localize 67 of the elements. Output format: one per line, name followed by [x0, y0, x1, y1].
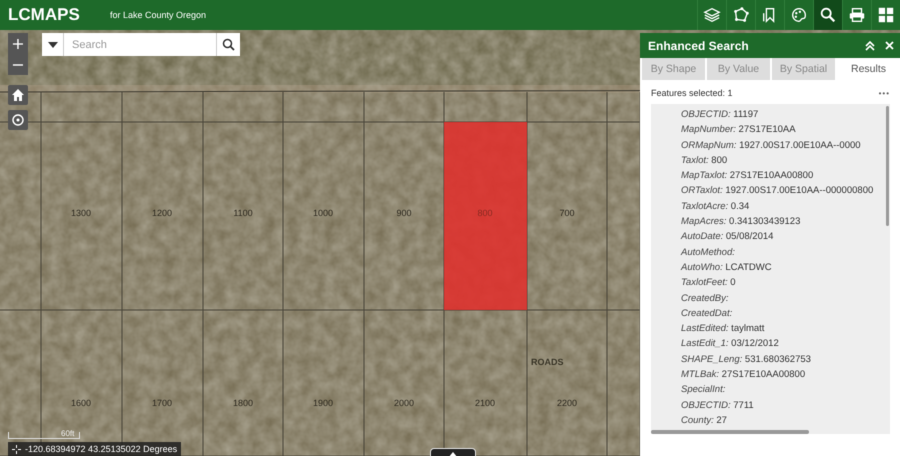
- parcel-label: 1700: [152, 398, 172, 408]
- collapse-button[interactable]: [865, 40, 875, 50]
- app-title: LCMAPS: [8, 5, 81, 25]
- parcel-label: 2000: [394, 398, 414, 408]
- parcel-label: 1600: [70, 398, 92, 408]
- attribute-row-text: Taxlot: 800: [681, 154, 728, 168]
- search-bar[interactable]: Search: [42, 33, 240, 56]
- attribute-row-text: SpecialInt:: [681, 383, 726, 398]
- attribute-row-text: County: 27: [681, 414, 728, 428]
- attribute-row-text: AutoMethod:: [681, 246, 736, 260]
- scale-label: 60ft: [61, 429, 74, 438]
- attribute-row-text: TaxlotAcre: 0.34: [681, 200, 750, 214]
- close-icon: [885, 41, 894, 50]
- search-icon: [819, 6, 837, 24]
- home-icon: [11, 88, 25, 102]
- printer-icon: [848, 6, 866, 24]
- more-button[interactable]: •••: [878, 88, 890, 98]
- attribute-row-text: LastEdited: taylmatt: [681, 322, 766, 336]
- attribute-row-text: MTLBak: 27S17E10AA00800: [681, 368, 806, 382]
- parcel-label: 1900: [312, 398, 334, 408]
- attribute-row-text: TaxlotFeet: 0: [681, 276, 737, 290]
- palette-icon: [790, 6, 808, 24]
- road-label: ROADS: [531, 357, 564, 367]
- caret-icon: [48, 42, 58, 48]
- app-subtitle: for Lake County Oregon: [110, 10, 206, 20]
- grid-icon: [877, 6, 895, 24]
- attribute-row-text: MapAcres: 0.341303439123: [681, 215, 802, 230]
- parcel-label: 800: [477, 208, 493, 218]
- double-chevron-icon: [865, 40, 875, 50]
- crosshair-icon: [11, 113, 25, 127]
- home-button[interactable]: [8, 85, 28, 105]
- attribute-row-text: ORTaxlot: 1927.00S17.00E10AA--000000800: [681, 184, 874, 198]
- horizontal-scrollbar[interactable]: [651, 430, 809, 434]
- attribute-row-text: OBJECTID: 7711: [681, 398, 755, 413]
- parcel-label: 1000: [312, 208, 334, 218]
- attribute-row-text: MapTaxlot: 27S17E10AA00800: [681, 169, 814, 184]
- attribute-row-text: ORMapNum: 1927.00S17.00E10AA--0000: [681, 138, 862, 153]
- dropdown-button[interactable]: [42, 33, 64, 56]
- attribute-row-text: OBJECTID: 11197: [681, 108, 760, 122]
- panel-title: Enhanced Search: [648, 38, 750, 52]
- locate-button[interactable]: [8, 110, 28, 130]
- parcel-label: 1100: [233, 208, 253, 218]
- parcel-label: 2200: [556, 398, 578, 408]
- attribute-row-text: LastEdit_1: 03/12/2012: [681, 337, 780, 352]
- crosshair-icon: [12, 444, 21, 454]
- toolbar-button[interactable]: [813, 0, 842, 30]
- attribute-row-text: CreatedBy:: [681, 292, 730, 306]
- search-button[interactable]: [216, 33, 240, 56]
- parcel-label: 700: [559, 208, 575, 218]
- coordinates-text: -120.68394972 43.25135022 Degrees: [25, 444, 178, 454]
- search-icon: [222, 38, 235, 51]
- features-count: Features selected: 1: [651, 88, 733, 98]
- attribute-row-text: MapNumber: 27S17E10AA: [681, 123, 797, 138]
- parcel-label: 1800: [232, 398, 254, 408]
- scale-bar: [8, 432, 80, 439]
- attribute-row-text: AutoWho: LCATDWC: [681, 260, 773, 275]
- attribute-row-text: CreatedDat:: [681, 306, 734, 321]
- close-button[interactable]: [885, 41, 894, 50]
- vertical-scrollbar[interactable]: [886, 106, 889, 226]
- parcel-label: 900: [396, 208, 412, 218]
- attribute-row-text: SHAPE_Leng: 531.680362753: [681, 352, 812, 367]
- attribute-row-text: AutoDate: 05/08/2014: [681, 230, 774, 244]
- parcel-label: 1300: [70, 208, 92, 218]
- parcel-label: 2100: [474, 398, 496, 408]
- polygon-icon: [732, 6, 750, 24]
- parcel-label: 1200: [152, 208, 172, 218]
- layers-icon: [703, 6, 721, 24]
